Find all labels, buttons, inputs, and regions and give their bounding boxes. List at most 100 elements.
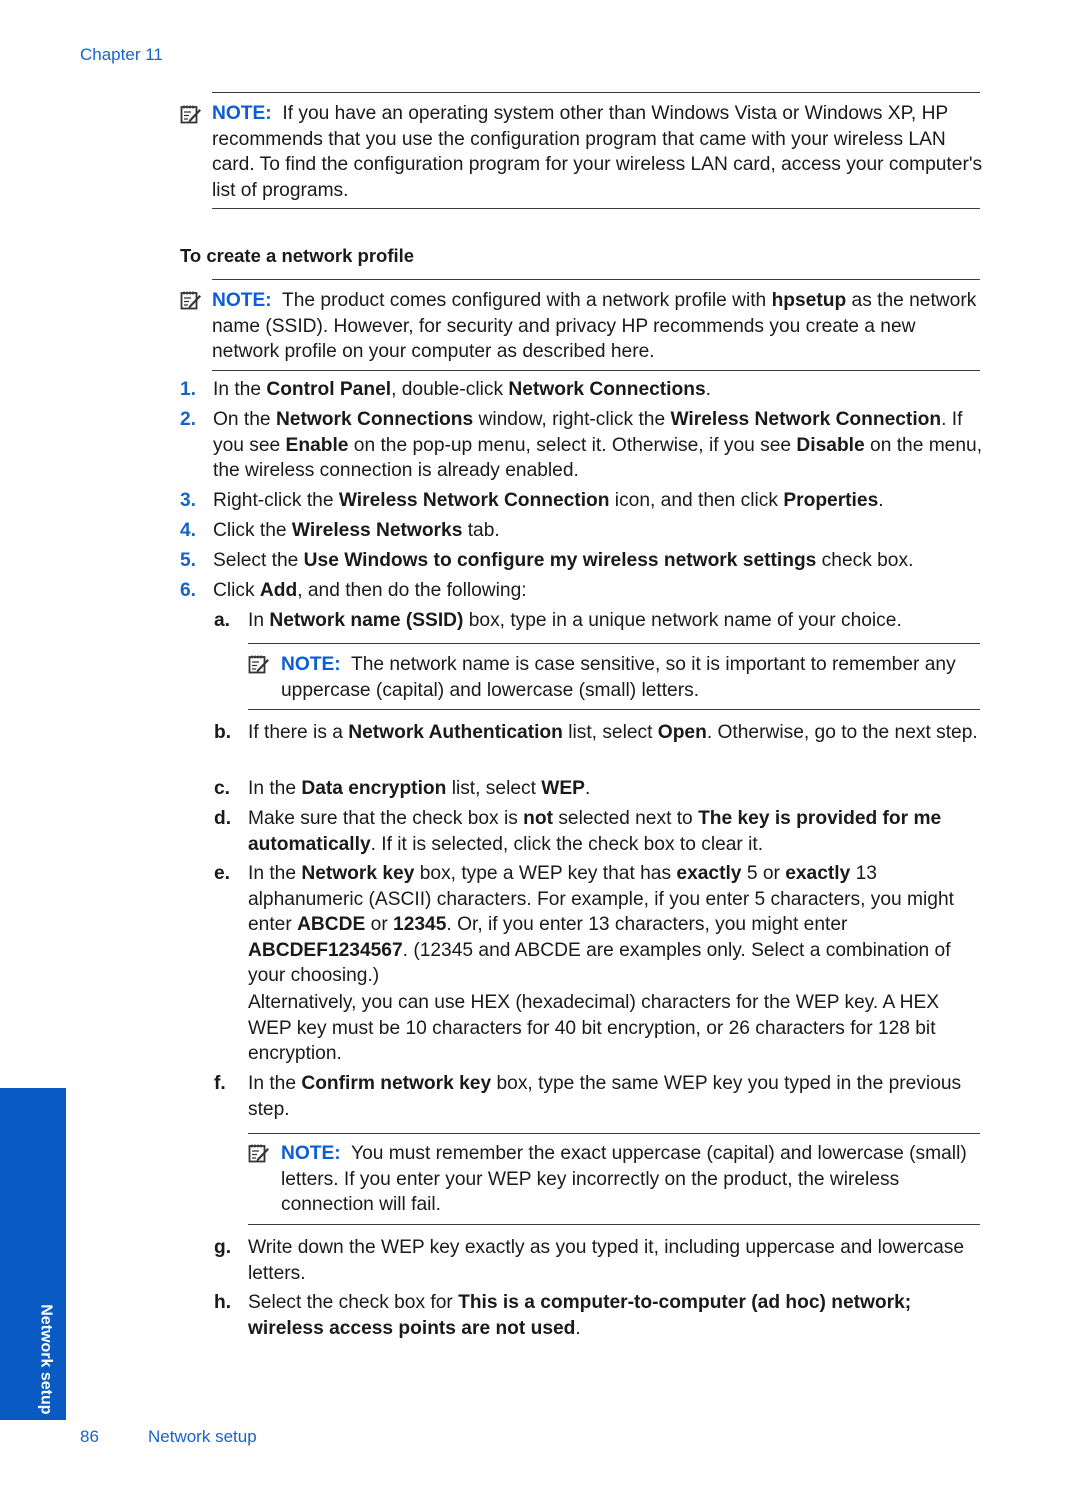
- note-label: NOTE:: [281, 1143, 341, 1164]
- substep-h: Select the check box for This is a compu…: [248, 1290, 983, 1341]
- text-run: . Otherwise, go to the next step.: [706, 722, 978, 743]
- text-run: 5 or: [741, 863, 786, 884]
- text-run: In the: [248, 1073, 302, 1094]
- bold-term: ABCDE: [297, 914, 366, 935]
- note-rule-bottom: [248, 1224, 980, 1225]
- text-run: In the: [213, 379, 267, 400]
- text-run: In: [248, 610, 270, 631]
- note-icon: [180, 291, 201, 310]
- text-run: icon, and then click: [609, 490, 784, 511]
- step-number: 3.: [180, 490, 197, 511]
- substep-letter: e.: [214, 863, 231, 884]
- text-run: .: [878, 490, 884, 511]
- step-number: 6.: [180, 580, 197, 601]
- text-run: Click the: [213, 520, 292, 541]
- text-run: Make sure that the check box is: [248, 808, 524, 829]
- note-1: NOTE: If you have an operating system ot…: [212, 101, 984, 203]
- step-3: Right-click the Wireless Network Connect…: [213, 488, 983, 514]
- bold-term: Network key: [301, 863, 415, 884]
- side-tab-label: Network setup: [37, 1303, 55, 1414]
- text-run: , and then do the following:: [297, 580, 527, 601]
- side-tab: Network setup: [0, 1088, 66, 1420]
- substep-e-extra: Alternatively, you can use HEX (hexadeci…: [248, 992, 940, 1064]
- text-run: on the pop-up menu, select it. Otherwise…: [348, 434, 797, 456]
- substep-letter: d.: [214, 808, 232, 829]
- bold-term: Network Authentication: [348, 722, 563, 743]
- bold-term: WEP: [541, 778, 585, 799]
- bold-term: not: [523, 808, 553, 829]
- bold-term: exactly: [676, 863, 742, 884]
- text-run: Write down the WEP key exactly as you ty…: [248, 1237, 964, 1284]
- text-run: tab.: [462, 520, 500, 541]
- substep-c: In the Data encryption list, select WEP.: [248, 776, 983, 802]
- bold-term: Use Windows to configure my wireless net…: [303, 550, 817, 571]
- note-label: NOTE:: [212, 290, 272, 311]
- step-number: 1.: [180, 379, 197, 400]
- text-run: Select the check box for: [248, 1292, 459, 1313]
- note-rule-top: [248, 1133, 980, 1134]
- bold-term: Network name (SSID): [269, 610, 464, 631]
- text-run: . If it is selected, click the check box…: [370, 833, 764, 855]
- text-run: window, right-click the: [473, 409, 671, 430]
- note-2: NOTE: The product comes configured with …: [212, 288, 984, 365]
- step-1: In the Control Panel, double-click Netwo…: [213, 377, 983, 403]
- note-text: You must remember the exact uppercase (c…: [281, 1143, 967, 1215]
- text-run: In the: [248, 863, 302, 884]
- substep-letter: f.: [214, 1073, 226, 1094]
- bold-term: Network Connections: [508, 379, 706, 400]
- text-run: If there is a: [248, 722, 349, 743]
- bold-term: Wireless Networks: [291, 520, 463, 541]
- substep-a: In Network name (SSID) box, type in a un…: [248, 608, 983, 634]
- bold-term: Control Panel: [266, 379, 392, 400]
- substep-f: In the Confirm network key box, type the…: [248, 1071, 983, 1122]
- substep-b: If there is a Network Authentication lis…: [248, 720, 983, 746]
- chapter-header: Chapter 11: [80, 45, 163, 64]
- text-run: selected next to: [553, 808, 699, 829]
- bold-term: Wireless Network Connection: [338, 490, 610, 511]
- text-run: .: [575, 1317, 581, 1339]
- substep-g: Write down the WEP key exactly as you ty…: [248, 1235, 983, 1286]
- text-run: .: [705, 379, 711, 400]
- section-heading: To create a network profile: [180, 245, 415, 266]
- text-run: On the: [213, 409, 276, 430]
- bold-term: Properties: [783, 490, 879, 511]
- text-run: list, select: [446, 778, 542, 799]
- note-icon: [180, 105, 201, 124]
- step-2: On the Network Connections window, right…: [213, 407, 983, 484]
- step-number: 5.: [180, 550, 197, 571]
- substep-e: In the Network key box, type a WEP key t…: [248, 861, 983, 989]
- substep-letter: c.: [214, 778, 231, 799]
- substep-letter: b.: [214, 722, 232, 743]
- note-text: If you have an operating system other th…: [212, 103, 983, 201]
- text-run: .: [584, 778, 591, 799]
- note-rule-top: [212, 92, 980, 93]
- step-number: 4.: [180, 520, 197, 541]
- step-5: Select the Use Windows to configure my w…: [213, 548, 983, 574]
- text-run: Right-click the: [213, 490, 339, 511]
- text-run: box, type in a unique network name of yo…: [463, 610, 902, 631]
- bold-term: ABCDEF1234567: [248, 939, 403, 961]
- bold-term: Enable: [285, 434, 349, 456]
- bold-term: Disable: [796, 434, 865, 456]
- page-number: 86: [80, 1427, 99, 1446]
- bold-term: Confirm network key: [301, 1073, 492, 1094]
- bold-term: Add: [259, 580, 298, 601]
- note-3: NOTE: The network name is case sensitive…: [281, 652, 983, 703]
- note-text: The product comes configured with a netw…: [282, 290, 767, 311]
- note-label: NOTE:: [281, 654, 341, 675]
- text-run: Click: [213, 580, 260, 601]
- note-icon: [248, 1144, 269, 1163]
- step-6: Click Add, and then do the following:: [213, 578, 983, 604]
- note-rule-bottom: [212, 370, 980, 371]
- step-4: Click the Wireless Networks tab.: [213, 518, 983, 544]
- bold-term: Open: [657, 722, 707, 743]
- note-4: NOTE: You must remember the exact upperc…: [281, 1141, 983, 1218]
- text-run: In the: [248, 778, 302, 799]
- note-text: The network name is case sensitive, so i…: [281, 654, 956, 701]
- note-rule-top: [212, 279, 980, 280]
- text-run: check box.: [816, 550, 914, 571]
- substep-d: Make sure that the check box is not sele…: [248, 806, 983, 857]
- substep-letter: h.: [214, 1292, 232, 1313]
- bold-term: exactly: [785, 863, 851, 884]
- text-run: list, select: [562, 722, 658, 743]
